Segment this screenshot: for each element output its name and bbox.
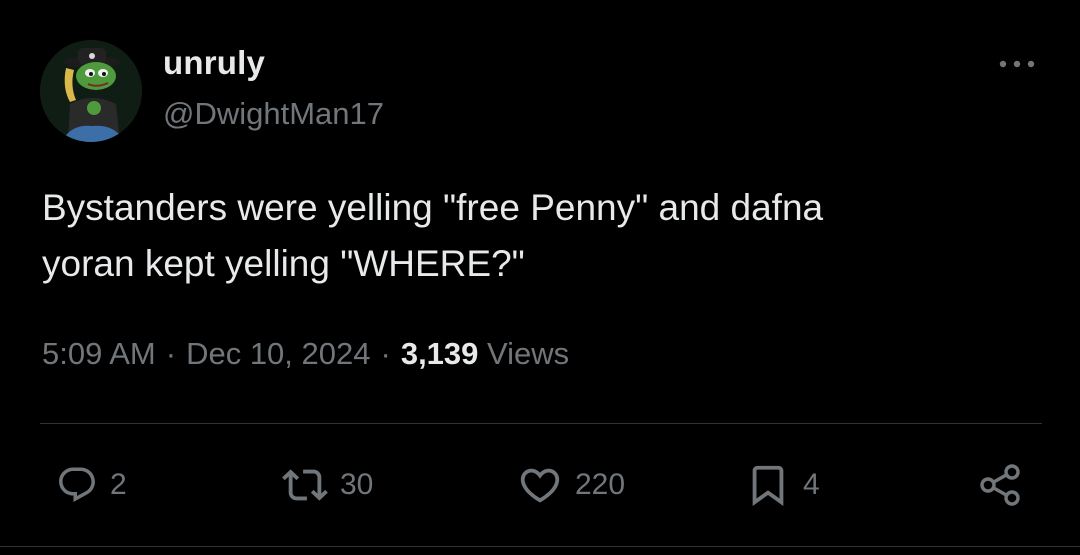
reply-button[interactable]: 2 (56, 455, 127, 515)
share-icon (980, 464, 1020, 506)
like-count: 220 (575, 468, 626, 501)
tweet-date[interactable]: Dec 10, 2024 (186, 336, 370, 371)
like-button[interactable]: 220 (517, 455, 625, 515)
bookmark-icon (752, 465, 784, 506)
bookmark-count: 4 (803, 468, 820, 501)
share-button[interactable] (976, 455, 1026, 515)
tweet-time[interactable]: 5:09 AM (42, 336, 156, 371)
reply-count: 2 (110, 468, 127, 501)
frog-cowboy-avatar-icon (40, 40, 142, 142)
repost-count: 30 (340, 468, 374, 501)
meta-separator: · (165, 336, 177, 371)
repost-button[interactable]: 30 (282, 455, 373, 515)
views-label: Views (487, 336, 570, 371)
tweet-meta: 5:09 AM · Dec 10, 2024 · 3,139 Views (42, 336, 569, 372)
avatar[interactable] (40, 40, 142, 142)
bookmark-button[interactable]: 4 (745, 455, 820, 515)
heart-icon (520, 468, 560, 503)
reply-icon (59, 467, 95, 502)
more-options-button[interactable] (994, 52, 1040, 76)
repost-icon (282, 469, 328, 501)
meta-separator: · (380, 336, 391, 371)
author-display-name[interactable]: unruly (163, 44, 265, 82)
author-handle[interactable]: @DwightMan17 (163, 96, 384, 132)
views-count: 3,139 (400, 336, 479, 371)
bottom-divider (0, 546, 1080, 547)
action-bar: 2 30 220 4 (0, 455, 1080, 515)
more-horizontal-icon (999, 60, 1035, 68)
divider (40, 423, 1042, 424)
tweet-text: Bystanders were yelling "free Penny" and… (42, 187, 824, 284)
tweet-card: unruly @DwightMan17 Bystanders were yell… (0, 0, 1080, 555)
